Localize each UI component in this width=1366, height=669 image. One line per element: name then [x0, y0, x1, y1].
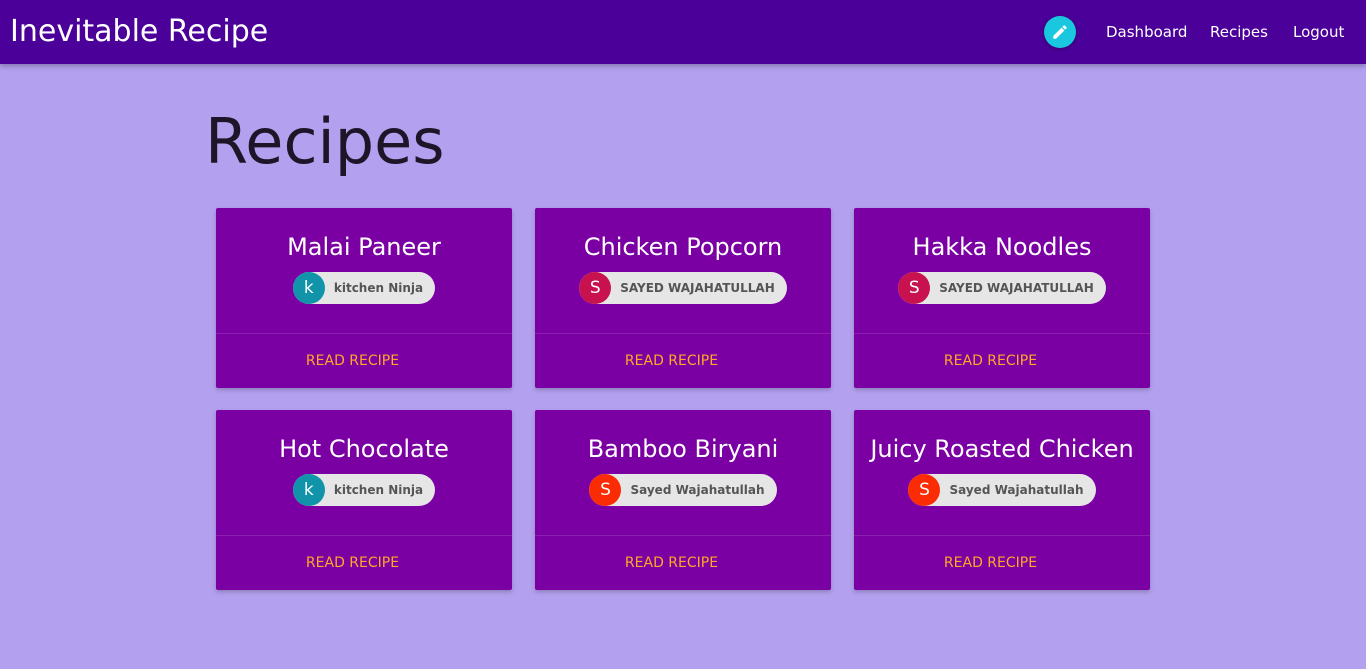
read-recipe-link[interactable]: READ RECIPE: [535, 352, 808, 370]
nav-link-logout[interactable]: Logout: [1293, 22, 1344, 42]
author-chip: S SAYED WAJAHATULLAH: [579, 272, 787, 304]
read-recipe-link[interactable]: READ RECIPE: [854, 554, 1127, 572]
card-action: READ RECIPE: [854, 535, 1150, 591]
card-action: READ RECIPE: [216, 535, 512, 591]
author-name: SAYED WAJAHATULLAH: [620, 281, 775, 295]
recipe-card: Juicy Roasted Chicken S Sayed Wajahatull…: [854, 410, 1150, 590]
author-name: Sayed Wajahatullah: [630, 483, 765, 497]
card-action: READ RECIPE: [535, 333, 831, 389]
author-chip: S Sayed Wajahatullah: [589, 474, 777, 506]
read-recipe-link[interactable]: READ RECIPE: [216, 352, 489, 370]
author-name: kitchen Ninja: [333, 281, 424, 295]
author-name: Sayed Wajahatullah: [949, 483, 1084, 497]
recipe-card: Hot Chocolate k kitchen Ninja READ RECIP…: [216, 410, 512, 590]
recipe-title: Hakka Noodles: [912, 233, 1092, 261]
recipe-title: Hot Chocolate: [279, 435, 449, 463]
read-recipe-link[interactable]: READ RECIPE: [854, 352, 1127, 370]
recipe-title: Chicken Popcorn: [583, 233, 783, 261]
read-recipe-link[interactable]: READ RECIPE: [535, 554, 808, 572]
recipe-card: Hakka Noodles S SAYED WAJAHATULLAH READ …: [854, 208, 1150, 388]
author-avatar: S: [898, 272, 931, 304]
author-chip: k kitchen Ninja: [292, 272, 436, 304]
author-chip: S Sayed Wajahatullah: [908, 474, 1096, 506]
create-recipe-button[interactable]: [1044, 16, 1076, 48]
card-action: READ RECIPE: [216, 333, 512, 389]
author-avatar: S: [908, 474, 941, 506]
author-avatar: k: [292, 272, 325, 304]
author-avatar: S: [579, 272, 612, 304]
recipe-card: Bamboo Biryani S Sayed Wajahatullah READ…: [535, 410, 831, 590]
author-name: kitchen Ninja: [333, 483, 424, 497]
nav-link-dashboard[interactable]: Dashboard: [1106, 22, 1187, 42]
brand-logo[interactable]: Inevitable Recipe: [10, 13, 268, 51]
author-chip: k kitchen Ninja: [292, 474, 436, 506]
pencil-icon: [1053, 25, 1067, 39]
recipe-title: Juicy Roasted Chicken: [870, 435, 1134, 463]
recipe-card: Malai Paneer k kitchen Ninja READ RECIPE: [216, 208, 512, 388]
card-action: READ RECIPE: [535, 535, 831, 591]
card-action: READ RECIPE: [854, 333, 1150, 389]
top-navbar: Inevitable Recipe Dashboard Recipes Logo…: [0, 0, 1366, 64]
author-avatar: S: [589, 474, 622, 506]
author-avatar: k: [292, 474, 325, 506]
recipe-title: Malai Paneer: [287, 233, 441, 261]
read-recipe-link[interactable]: READ RECIPE: [216, 554, 489, 572]
author-chip: S SAYED WAJAHATULLAH: [898, 272, 1106, 304]
recipe-card: Chicken Popcorn S SAYED WAJAHATULLAH REA…: [535, 208, 831, 388]
nav-link-recipes[interactable]: Recipes: [1210, 22, 1268, 42]
author-name: SAYED WAJAHATULLAH: [939, 281, 1094, 295]
recipe-title: Bamboo Biryani: [587, 435, 779, 463]
page-title: Recipes: [205, 105, 445, 178]
